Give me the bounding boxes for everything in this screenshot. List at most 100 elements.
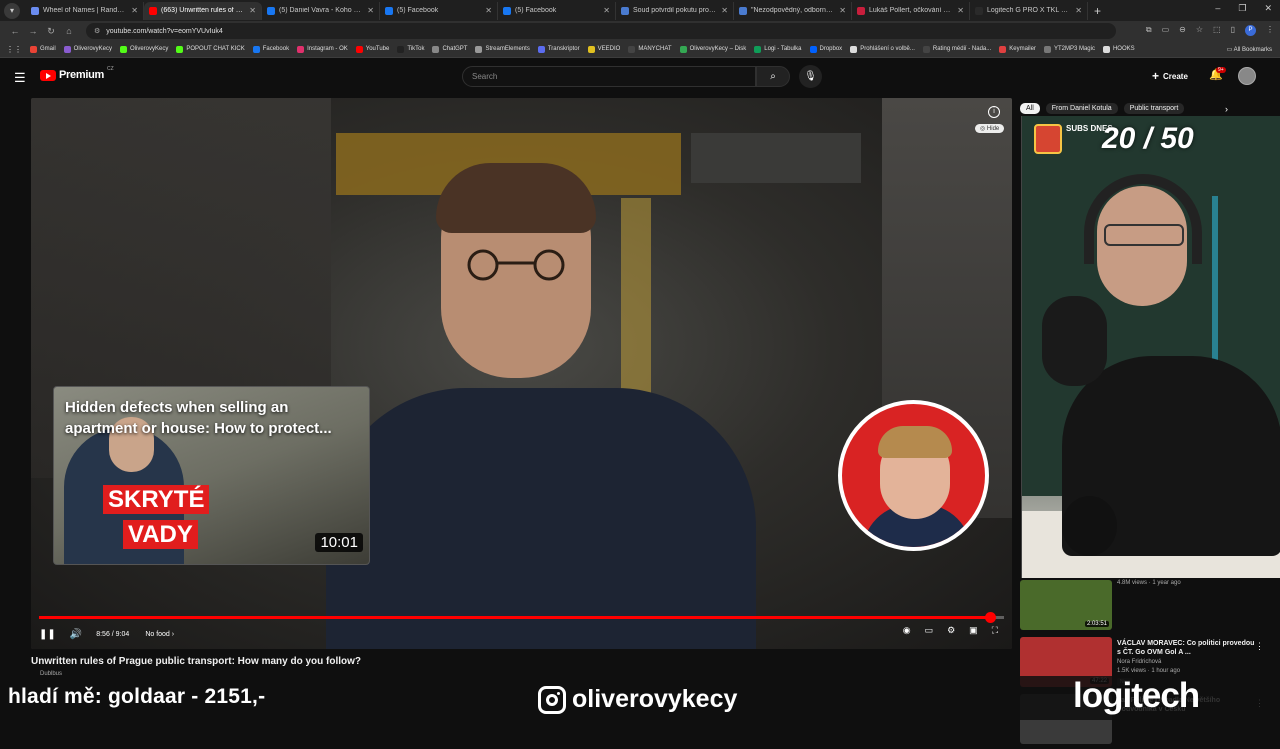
miniplayer-icon[interactable]: ▣: [969, 625, 978, 636]
bookmark-item[interactable]: VEEDIO: [587, 45, 620, 53]
all-bookmarks-button[interactable]: ▭ All Bookmarks: [1227, 46, 1272, 53]
bookmark-item[interactable]: YouTube: [355, 45, 389, 53]
scrubber-handle[interactable]: [984, 612, 996, 623]
site-info-icon[interactable]: ⚙: [94, 27, 100, 35]
video-player[interactable]: i ◎ Hide Hidden defects when selling an …: [31, 98, 1012, 649]
url-field[interactable]: ⚙ youtube.com/watch?v=eomYVUvIuk4: [86, 23, 1116, 39]
forward-icon[interactable]: →: [24, 26, 42, 36]
fullscreen-icon[interactable]: ⛶: [992, 625, 998, 636]
related-thumbnail[interactable]: 2:03:51: [1020, 580, 1112, 630]
tab-close-icon[interactable]: ✕: [603, 6, 610, 15]
filter-chip[interactable]: From Daniel Kotula: [1045, 103, 1118, 114]
tab-close-icon[interactable]: ✕: [131, 6, 138, 15]
create-button[interactable]: + Create: [1152, 69, 1188, 83]
webcam-mic-base: [1062, 496, 1117, 556]
tab-close-icon[interactable]: ✕: [839, 6, 846, 15]
bookmark-favicon-icon: [120, 45, 128, 53]
bookmark-item[interactable]: ChatGPT: [432, 45, 468, 53]
bookmark-item[interactable]: HOOKS: [1102, 45, 1135, 53]
search-button[interactable]: ⌕: [756, 66, 790, 87]
cast-icon[interactable]: ▭: [1162, 25, 1170, 36]
bookmark-item[interactable]: MANYCHAT: [628, 45, 672, 53]
bookmark-item[interactable]: Rating médií - Nada...: [922, 45, 992, 53]
chevron-right-icon[interactable]: ›: [1225, 104, 1228, 114]
close-window-icon[interactable]: ✕: [1264, 3, 1272, 14]
endscreen-video-card[interactable]: Hidden defects when selling an apartment…: [53, 386, 370, 565]
tab-close-icon[interactable]: ✕: [721, 6, 728, 15]
filter-chip[interactable]: All: [1020, 103, 1040, 114]
tab-close-icon[interactable]: ✕: [957, 6, 964, 15]
youtube-logo[interactable]: Premium CZ: [40, 66, 114, 81]
bookmark-star-icon[interactable]: ☆: [1196, 25, 1203, 36]
browser-tab[interactable]: Wheel of Names | Random name picker ✕: [26, 1, 144, 20]
volume-icon[interactable]: 🔊: [70, 629, 82, 640]
bookmark-label: ChatGPT: [442, 46, 468, 52]
zoom-icon[interactable]: ⊖: [1179, 25, 1186, 36]
bookmark-item[interactable]: Dropbox: [809, 45, 842, 53]
filter-chip[interactable]: Public transport: [1123, 103, 1185, 114]
menu-icon[interactable]: ☰: [14, 70, 26, 86]
related-video-item[interactable]: 2:03:51 4.8M views · 1 year ago: [1020, 578, 1280, 635]
minimize-icon[interactable]: –: [1215, 3, 1220, 14]
profile-avatar[interactable]: P: [1245, 25, 1256, 36]
extensions-icon[interactable]: ⬚: [1213, 25, 1221, 36]
bookmark-item[interactable]: Transkriptor: [537, 45, 580, 53]
bookmark-item[interactable]: Logi - Tabulka: [754, 45, 802, 53]
browser-tab[interactable]: Lukáš Pollert, očkování a mutace ✕: [852, 1, 970, 20]
bookmark-item[interactable]: Facebook: [252, 45, 289, 53]
home-icon[interactable]: ⌂: [60, 26, 78, 36]
progress-bar[interactable]: [39, 612, 1004, 623]
tab-close-icon[interactable]: ✕: [367, 6, 374, 15]
bookmark-item[interactable]: StreamElements: [475, 45, 530, 53]
tab-favicon-icon: [385, 6, 393, 15]
tab-favicon-icon: [149, 6, 157, 15]
back-icon[interactable]: ←: [6, 26, 24, 36]
browser-tab[interactable]: Logitech G PRO X TKL LIGHTSPEED ✕: [970, 1, 1088, 20]
browser-tab[interactable]: (5) Facebook ✕: [380, 1, 498, 20]
bookmarks-bar: ⋮⋮ Gmail OliverovyKecy OliverovyKecy POPOUT…: [0, 41, 1280, 58]
hide-endscreen-button[interactable]: ◎ Hide: [975, 124, 1005, 133]
browser-tab[interactable]: (5) Facebook ✕: [498, 1, 616, 20]
subtitles-icon[interactable]: ▭: [925, 625, 934, 636]
browser-tab[interactable]: (663) Unwritten rules of Prague public t…: [144, 1, 262, 20]
reload-icon[interactable]: ↻: [42, 26, 60, 37]
maximize-icon[interactable]: ❐: [1238, 3, 1246, 14]
browser-menu-icon[interactable]: ⋮: [1266, 25, 1274, 36]
related-channel[interactable]: Nora Fridrichová: [1117, 659, 1161, 665]
endscreen-channel-subscribe[interactable]: [838, 400, 989, 551]
chapter-button[interactable]: No food ›: [145, 631, 174, 638]
bookmark-item[interactable]: Gmail: [30, 45, 56, 53]
instagram-icon: [538, 685, 566, 714]
settings-gear-icon[interactable]: ⚙: [947, 625, 955, 636]
related-title[interactable]: VÁCLAV MORAVEC: Co politici provedou s Č…: [1117, 639, 1257, 657]
account-avatar[interactable]: [1238, 67, 1256, 85]
browser-tab[interactable]: Soud potvrdil pokutu pro advokáta ✕: [616, 1, 734, 20]
tab-close-icon[interactable]: ✕: [1075, 6, 1082, 15]
bookmark-label: OliverovyKecy: [73, 46, 113, 52]
bookmark-item[interactable]: OliverovyKecy: [120, 45, 168, 53]
bookmark-item[interactable]: YT2MP3 Magic: [1043, 45, 1095, 53]
bookmark-item[interactable]: Keymailer: [999, 45, 1036, 53]
autoplay-toggle-icon[interactable]: ◉: [903, 625, 911, 636]
bookmark-item[interactable]: OliverovyKecy: [63, 45, 113, 53]
sidepanel-icon[interactable]: ▯: [1231, 25, 1235, 36]
pause-icon[interactable]: ❚❚: [39, 629, 56, 640]
more-actions-icon[interactable]: ⋮: [1255, 641, 1264, 652]
browser-tab[interactable]: (5) Daniel Vavra - Koho číst a sledovat ✕: [262, 1, 380, 20]
translate-icon[interactable]: ⧉: [1146, 25, 1152, 36]
bookmark-label: Rating médií - Nada...: [932, 46, 992, 52]
search-input[interactable]: Search: [462, 66, 756, 87]
tab-close-icon[interactable]: ✕: [485, 6, 492, 15]
bookmark-item[interactable]: OliverovyKecy – Disk: [679, 45, 746, 53]
tab-close-icon[interactable]: ✕: [249, 6, 256, 15]
tab-search-icon[interactable]: ▾: [4, 2, 20, 19]
browser-tab[interactable]: "Nezodpovědný, odborně neobhajitelný"✕: [734, 1, 852, 20]
bookmark-item[interactable]: POPOUT CHAT KICK: [176, 45, 245, 53]
info-icon[interactable]: i: [988, 106, 1000, 118]
apps-icon[interactable]: ⋮⋮: [6, 45, 22, 54]
bookmark-item[interactable]: Prohlášení o volbě...: [850, 45, 915, 53]
new-tab-icon[interactable]: +: [1094, 4, 1101, 18]
voice-search-button[interactable]: 🎙: [799, 65, 822, 88]
bookmark-item[interactable]: Instagram - OK: [297, 45, 348, 53]
bookmark-item[interactable]: TikTok: [397, 45, 424, 53]
